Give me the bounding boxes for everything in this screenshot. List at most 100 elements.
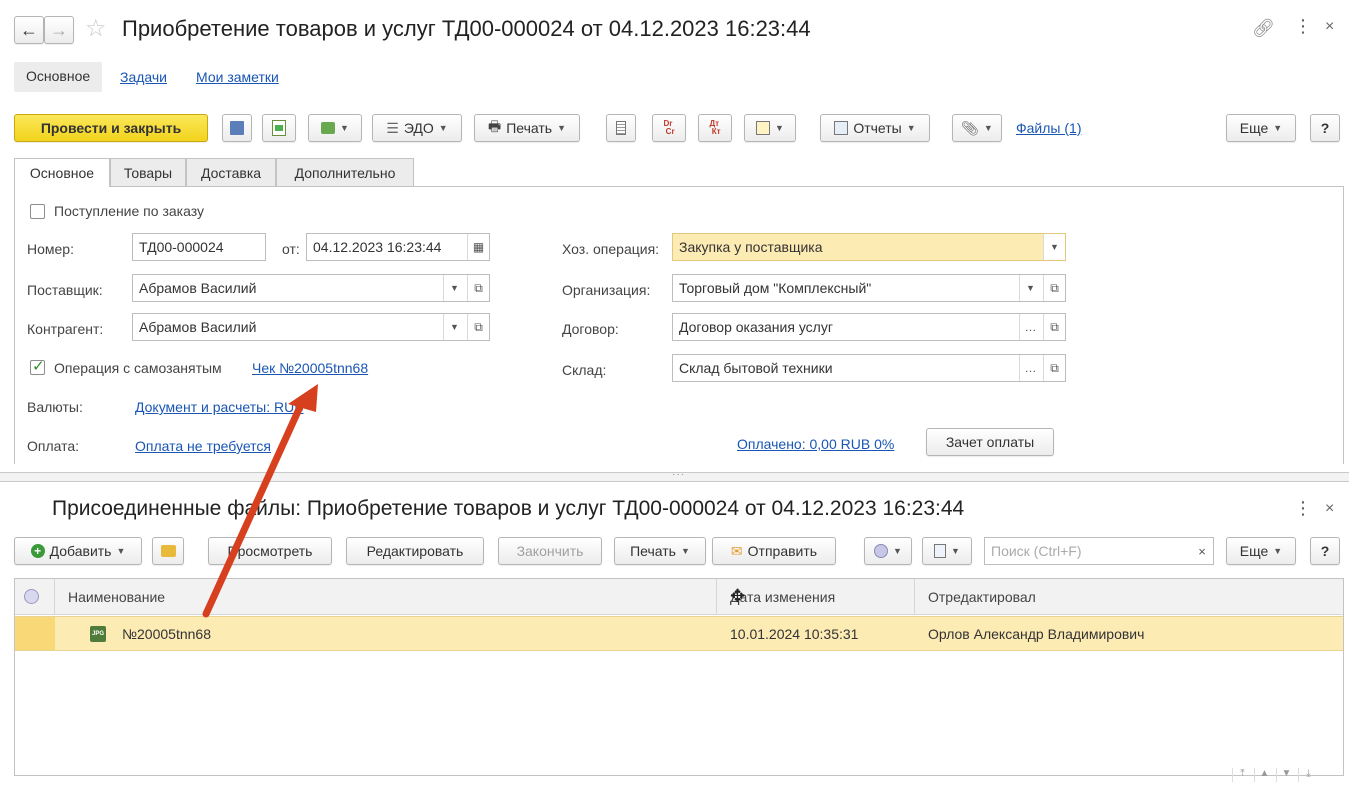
attach-button[interactable]: 📎︎ ▼ [952, 114, 1002, 142]
favorite-star-icon[interactable]: ☆ [85, 14, 107, 43]
envelope-icon: ✉ [730, 542, 743, 559]
chevron-down-icon[interactable]: ▼ [443, 314, 465, 340]
col-divider [716, 579, 717, 615]
edo-icon: ☰ [386, 119, 399, 136]
more-vert-icon[interactable]: ⋮ [1294, 16, 1312, 37]
calendar-icon[interactable]: ▦ [467, 234, 489, 260]
post-and-close-button[interactable]: Провести и закрыть [14, 114, 208, 142]
col-header-editor[interactable]: Отредактировал [928, 579, 1036, 615]
supplier-field[interactable]: Абрамов Василий ▼ ⧉ [132, 274, 490, 302]
tab-goods-label: Товары [123, 164, 173, 181]
operation-field[interactable]: Закупка у поставщика ▼ [672, 233, 1066, 261]
add-folder-button[interactable] [152, 537, 184, 565]
scroll-top-button[interactable]: ⤒ [1232, 768, 1252, 782]
post-and-close-label: Провести и закрыть [40, 120, 182, 136]
close-icon[interactable]: × [1325, 18, 1334, 36]
tab-additional[interactable]: Дополнительно [276, 158, 414, 186]
col-header-name[interactable]: Наименование [68, 579, 165, 615]
link-icon[interactable]: 🔗︎ [1252, 18, 1275, 39]
organization-field[interactable]: Торговый дом "Комплексный" ▼ ⧉ [672, 274, 1066, 302]
chevron-down-icon[interactable]: ▼ [1043, 234, 1065, 260]
date-value: 04.12.2023 16:23:44 [313, 239, 442, 255]
receipt-link[interactable]: Чек №20005tnn68 [252, 360, 368, 376]
row-selection-cell[interactable] [15, 617, 55, 650]
dr-cr-button[interactable]: Dr Cr [652, 114, 686, 142]
open-icon[interactable]: ⧉ [467, 275, 489, 301]
counterparty-field[interactable]: Абрамов Василий ▼ ⧉ [132, 313, 490, 341]
nav-tab-tasks[interactable]: Задачи [120, 69, 167, 85]
back-button[interactable]: ← [14, 16, 44, 44]
files-help-button[interactable]: ? [1310, 537, 1340, 565]
files-panel-title: Присоединенные файлы: Приобретение товар… [52, 497, 965, 520]
organization-value: Торговый дом "Комплексный" [679, 280, 872, 296]
panel-splitter[interactable]: ··· [0, 469, 1349, 482]
ellipsis-icon[interactable]: … [1019, 355, 1041, 381]
search-input[interactable]: Поиск (Ctrl+F) × [984, 537, 1214, 565]
tab-goods[interactable]: Товары [110, 158, 186, 186]
more-button[interactable]: Еще ▼ [1226, 114, 1296, 142]
clear-search-icon[interactable]: × [1191, 538, 1213, 564]
structure-button[interactable] [606, 114, 636, 142]
tab-main[interactable]: Основное [14, 158, 110, 187]
chevron-down-icon[interactable]: ▼ [443, 275, 465, 301]
dr-cr-icon: Dr Cr [663, 119, 675, 136]
paid-link[interactable]: Оплачено: 0,00 RUB 0% [737, 436, 894, 452]
nav-tab-main[interactable]: Основное [14, 62, 103, 92]
create-based-icon [321, 122, 336, 134]
edo-label: ЭДО [403, 120, 434, 136]
files-close-icon[interactable]: × [1325, 500, 1334, 518]
nav-tab-notes[interactable]: Мои заметки [196, 69, 279, 85]
edo-button[interactable]: ☰ ЭДО ▼ [372, 114, 462, 142]
scroll-bottom-button[interactable]: ⤓ [1298, 768, 1318, 782]
scroll-up-button[interactable]: ▲ [1254, 768, 1274, 782]
report-icon [934, 544, 947, 558]
document-window: ← → ☆ Приобретение товаров и услуг ТД00-… [0, 0, 1349, 470]
post-button[interactable] [262, 114, 296, 142]
operation-value: Закупка у поставщика [679, 239, 823, 255]
report-button[interactable]: ▼ [922, 537, 972, 565]
view-file-label: Просмотреть [227, 543, 313, 559]
open-icon[interactable]: ⧉ [1043, 314, 1065, 340]
dt-kt-button[interactable]: Дт Кт [698, 114, 732, 142]
edit-file-button[interactable]: Редактировать [346, 537, 484, 565]
related-docs-button[interactable]: ▼ [744, 114, 796, 142]
contract-value: Договор оказания услуг [679, 319, 833, 335]
scroll-down-button[interactable]: ▼ [1276, 768, 1296, 782]
files-link[interactable]: Файлы (1) [1016, 120, 1081, 136]
splitter-grip-icon: ··· [672, 469, 685, 480]
reports-icon [834, 121, 849, 135]
open-icon[interactable]: ⧉ [1043, 355, 1065, 381]
send-button[interactable]: ✉ Отправить [712, 537, 836, 565]
col-header-date[interactable]: Дата изменения [730, 579, 835, 615]
add-file-button[interactable]: + Добавить ▼ [14, 537, 142, 565]
files-print-button[interactable]: Печать ▼ [614, 537, 706, 565]
tab-delivery[interactable]: Доставка [186, 158, 276, 186]
save-button[interactable] [222, 114, 252, 142]
finish-edit-button[interactable]: Закончить [498, 537, 602, 565]
view-file-button[interactable]: Просмотреть [208, 537, 332, 565]
chevron-down-icon[interactable]: ▼ [1019, 275, 1041, 301]
status-filter-button[interactable]: ▼ [864, 537, 912, 565]
date-field[interactable]: 04.12.2023 16:23:44 ▦ [306, 233, 490, 261]
help-button[interactable]: ? [1310, 114, 1340, 142]
files-more-vert-icon[interactable]: ⋮ [1294, 498, 1312, 519]
reports-button[interactable]: Отчеты ▼ [820, 114, 930, 142]
payment-link[interactable]: Оплата не требуется [135, 438, 271, 454]
currency-link[interactable]: Документ и расчеты: RUB [135, 399, 304, 415]
print-button[interactable]: 🖶︎ Печать ▼ [474, 114, 580, 142]
number-field[interactable]: ТД00-000024 [132, 233, 266, 261]
files-more-button[interactable]: Еще ▼ [1226, 537, 1296, 565]
open-icon[interactable]: ⧉ [1043, 275, 1065, 301]
create-based-on-button[interactable]: ▼ [308, 114, 362, 142]
tab-main-label: Основное [29, 165, 95, 181]
ellipsis-icon[interactable]: … [1019, 314, 1041, 340]
offset-payment-button[interactable]: Зачет оплаты [926, 428, 1054, 456]
by-order-checkbox[interactable] [30, 204, 45, 219]
tab-additional-label: Дополнительно [294, 164, 396, 181]
organization-label: Организация: [562, 282, 651, 298]
forward-button[interactable]: → [44, 16, 74, 44]
self-employed-checkbox[interactable]: ✓ [30, 358, 45, 375]
open-icon[interactable]: ⧉ [467, 314, 489, 340]
warehouse-field[interactable]: Склад бытовой техники … ⧉ [672, 354, 1066, 382]
contract-field[interactable]: Договор оказания услуг … ⧉ [672, 313, 1066, 341]
